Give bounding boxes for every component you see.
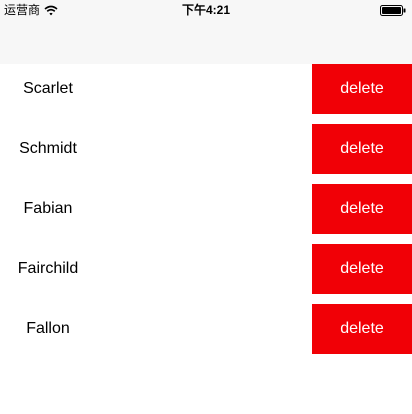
list-item[interactable]: Fabian delete — [0, 184, 412, 244]
list-item[interactable]: Schmidt delete — [0, 124, 412, 184]
list-item[interactable]: Fairchild delete — [0, 244, 412, 304]
delete-button[interactable]: delete — [312, 184, 412, 234]
status-bar: 运营商 下午4:21 — [0, 0, 412, 20]
list-item-name: Fairchild — [17, 260, 79, 277]
list-item[interactable]: Scarlet delete — [0, 64, 412, 124]
list-item-name: Fallon — [26, 320, 70, 337]
delete-button[interactable]: delete — [312, 124, 412, 174]
list-item[interactable]: Fallon delete — [0, 304, 412, 364]
battery-icon — [380, 5, 406, 16]
delete-button[interactable]: delete — [312, 64, 412, 114]
contact-list: Scarlet delete Schmidt delete Fabian del… — [0, 64, 412, 364]
list-item-name: Fabian — [23, 200, 73, 217]
list-item-name: Scarlet — [23, 80, 73, 97]
delete-button[interactable]: delete — [312, 304, 412, 354]
delete-button[interactable]: delete — [312, 244, 412, 294]
navigation-bar — [0, 20, 412, 64]
list-item-name: Schmidt — [19, 140, 77, 157]
status-time: 下午4:21 — [181, 3, 231, 17]
app-screen: 运营商 下午4:21 Scarlet delete Schmidt delete… — [0, 0, 412, 414]
